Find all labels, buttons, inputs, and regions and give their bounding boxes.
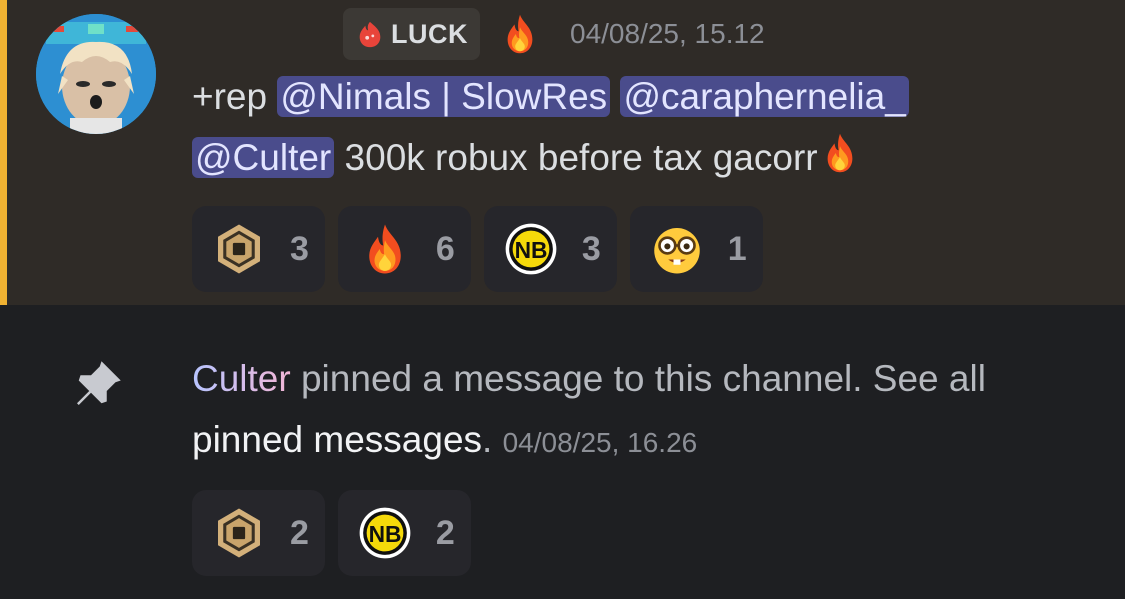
reaction-robux[interactable]: 2: [192, 490, 325, 576]
reaction-count: 2: [290, 513, 309, 552]
message-header: LUCK 04/08/25, 15.12: [343, 6, 765, 62]
message-highlight-bar: [0, 0, 7, 305]
message-content: +rep @Nimals | SlowRes @caraphernelia_ @…: [192, 66, 1072, 194]
luck-tag-icon: [355, 19, 385, 49]
system-message-text: pinned a message to this channel. See al…: [300, 358, 986, 399]
reaction-count: 2: [435, 513, 455, 552]
system-message: Culter pinned a message to this channel.…: [192, 348, 1072, 473]
mention-nimals[interactable]: @Nimals | SlowRes: [277, 76, 611, 117]
system-message-timestamp: 04/08/25, 16.26: [502, 427, 698, 458]
nb-logo-icon: [502, 220, 560, 278]
reaction-fire[interactable]: 6: [337, 206, 471, 292]
role-tag-label: LUCK: [391, 18, 468, 49]
reaction-count: 6: [435, 229, 455, 268]
reaction-count: 3: [581, 229, 601, 268]
message-text-prefix: +rep: [192, 76, 268, 117]
reaction-nb[interactable]: 2: [337, 490, 471, 576]
fire-icon: [356, 220, 414, 278]
reaction-nerd[interactable]: 1: [629, 206, 763, 292]
message-timestamp: 04/08/25, 15.12: [570, 18, 765, 49]
pin-icon: [70, 356, 126, 416]
fire-icon: [818, 130, 862, 194]
message-text-suffix: 300k robux before tax gacorr: [344, 137, 818, 178]
system-message-actor[interactable]: Culter: [192, 358, 291, 399]
pinned-messages-link[interactable]: pinned messages: [192, 419, 482, 460]
fire-icon: [498, 10, 542, 58]
robux-icon: [210, 220, 268, 278]
nb-logo-icon: [356, 504, 414, 562]
robux-icon: [210, 504, 268, 562]
reaction-count: 1: [727, 229, 747, 268]
reaction-nb[interactable]: 3: [483, 206, 617, 292]
reaction-count: 3: [290, 229, 309, 268]
system-message-period: .: [482, 419, 493, 460]
nerd-face-icon: [648, 220, 706, 278]
mention-caraphernelia[interactable]: @caraphernelia_: [620, 76, 909, 117]
system-message-reactions: 2 2: [192, 490, 471, 576]
reaction-robux[interactable]: 3: [192, 206, 325, 292]
mention-culter[interactable]: @Culter: [192, 137, 335, 178]
message-reactions: 3 6 3 1: [192, 206, 763, 292]
avatar[interactable]: [36, 14, 156, 134]
role-tag[interactable]: LUCK: [343, 8, 480, 60]
